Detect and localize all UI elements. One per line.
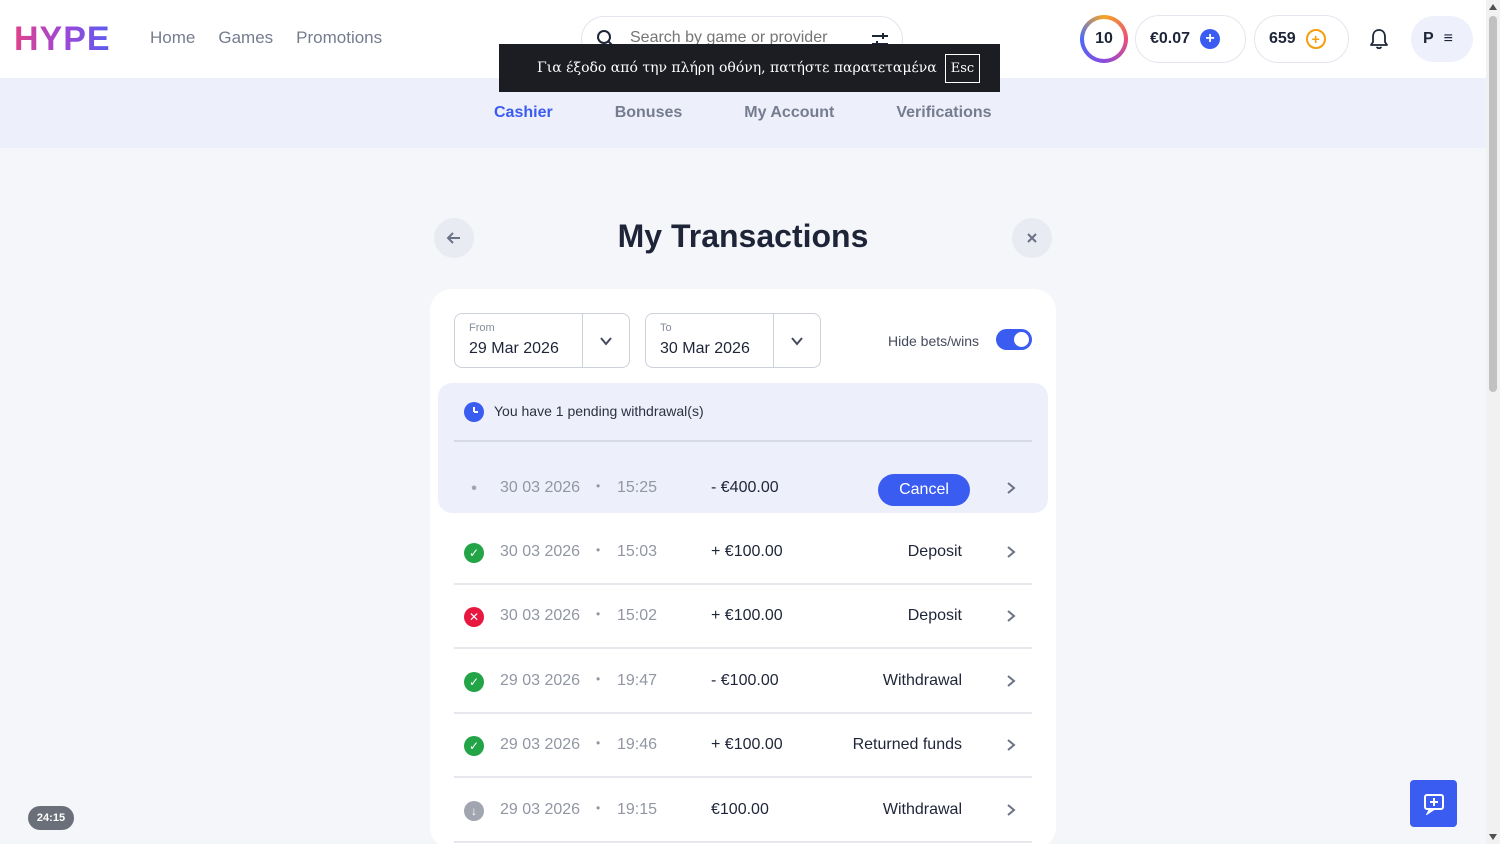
table-row[interactable]: ↓ 29 03 2026 • 19:15 €100.00 Withdrawal [454,779,1032,843]
bullet-icon: • [471,480,477,497]
transaction-time: 15:02 [617,607,658,624]
separator-dot: • [596,607,601,621]
separator-dot: • [596,479,601,493]
session-timer: 24:15 [28,806,74,830]
to-value: 30 Mar 2026 [660,340,750,357]
transaction-date: 29 03 2026 [500,672,581,689]
chevron-down-icon[interactable] [599,334,613,348]
nav-home[interactable]: Home [150,28,195,48]
from-value: 29 Mar 2026 [469,340,559,357]
nav-promotions[interactable]: Promotions [296,28,382,48]
page-title: My Transactions [617,218,869,254]
tab-bonuses[interactable]: Bonuses [615,104,683,122]
transaction-amount: + €100.00 [711,736,783,753]
x-icon: ✕ [464,607,484,627]
tab-verifications[interactable]: Verifications [896,104,991,122]
support-chat-button[interactable] [1410,780,1457,827]
logo[interactable]: HYPE [14,20,111,58]
scroll-up-icon[interactable] [1489,4,1497,10]
nav-games[interactable]: Games [218,28,273,48]
table-row[interactable]: ✓ 29 03 2026 • 19:47 - €100.00 Withdrawa… [454,650,1032,714]
check-icon: ✓ [464,543,484,563]
transaction-time: 19:47 [617,672,658,689]
tab-cashier[interactable]: Cashier [494,104,553,122]
level-value: 10 [1084,19,1124,59]
main-nav: Home Games Promotions [150,28,382,48]
transaction-amount: + €100.00 [711,543,783,560]
chat-icon [1423,793,1444,815]
transaction-time: 19:46 [617,736,658,753]
toggle-knob [1014,332,1029,347]
chevron-down-icon[interactable] [790,334,804,348]
divider [773,314,774,367]
transaction-date: 30 03 2026 [500,607,581,624]
table-row[interactable]: ✓ 30 03 2026 • 15:03 + €100.00 Deposit [454,521,1032,585]
transaction-type: Deposit [907,543,962,560]
avatar-menu[interactable]: P ≡ [1411,16,1473,62]
transaction-amount: - €100.00 [711,672,779,689]
arrow-down-icon: ↓ [464,801,484,821]
scrollbar-thumb[interactable] [1489,16,1497,392]
pending-transaction-row[interactable]: • 30 03 2026 • 15:25 - €400.00 Cancel [454,457,1032,521]
transaction-type: Deposit [907,607,962,624]
transaction-date: 29 03 2026 [500,736,581,753]
scrollbar[interactable] [1486,0,1500,844]
coin-plus-icon[interactable]: + [1305,29,1326,49]
transaction-time: 15:25 [617,479,658,496]
close-icon [1027,233,1037,243]
balance-pill[interactable]: €0.07 + [1135,15,1246,63]
close-button[interactable] [1012,218,1052,258]
chevron-right-icon[interactable] [1004,674,1018,688]
transaction-date: 30 03 2026 [500,479,581,496]
pending-message: You have 1 pending withdrawal(s) [494,403,704,419]
divider [582,314,583,367]
transaction-amount: + €100.00 [711,607,783,624]
separator-dot: • [596,801,601,815]
transactions-card: From 29 Mar 2026 To 30 Mar 2026 Hide bet… [430,289,1056,844]
plus-icon[interactable]: + [1200,29,1221,49]
transaction-type: Withdrawal [882,801,962,818]
transaction-amount: - €400.00 [711,479,779,496]
to-label: To [660,322,672,334]
chevron-right-icon[interactable] [1004,738,1018,752]
to-date-picker[interactable]: To 30 Mar 2026 [645,313,821,368]
chevron-right-icon[interactable] [1004,545,1018,559]
menu-icon: ≡ [1443,30,1454,47]
from-date-picker[interactable]: From 29 Mar 2026 [454,313,630,368]
scroll-down-icon[interactable] [1489,834,1497,840]
hide-bets-toggle[interactable] [996,329,1032,350]
fullscreen-text: Για έξοδο από την πλήρη οθόνη, πατήστε π… [537,60,937,76]
table-row[interactable]: ✕ 30 03 2026 • 15:02 + €100.00 Deposit [454,585,1032,649]
level-badge[interactable]: 10 [1080,15,1128,63]
table-row[interactable]: ✓ 29 03 2026 • 19:46 + €100.00 Returned … [454,714,1032,778]
avatar: P [1423,30,1434,47]
chevron-right-icon[interactable] [1004,481,1018,495]
transaction-amount: €100.00 [711,801,769,818]
divider [454,440,1032,442]
chevron-right-icon[interactable] [1004,803,1018,817]
separator-dot: • [596,672,601,686]
hide-bets-label: Hide bets/wins [888,333,980,349]
transaction-type: Returned funds [852,736,962,753]
separator-dot: • [596,543,601,557]
from-label: From [469,322,495,334]
esc-key: Esc [944,53,981,83]
points-pill[interactable]: 659 + [1254,15,1349,63]
transaction-type: Withdrawal [882,672,962,689]
check-icon: ✓ [464,672,484,692]
transaction-time: 15:03 [617,543,658,560]
tab-my-account[interactable]: My Account [744,104,834,122]
bell-icon[interactable] [1368,28,1390,50]
points-value: 659 [1269,30,1296,47]
clock-icon [464,402,484,422]
balance-value: €0.07 [1150,30,1191,47]
check-icon: ✓ [464,736,484,756]
transaction-date: 29 03 2026 [500,801,581,818]
transaction-time: 19:15 [617,801,658,818]
separator-dot: • [596,736,601,750]
transaction-date: 30 03 2026 [500,543,581,560]
fullscreen-banner: Για έξοδο από την πλήρη οθόνη, πατήστε π… [499,44,1000,92]
chevron-right-icon[interactable] [1004,609,1018,623]
cancel-withdrawal-button[interactable]: Cancel [878,474,970,506]
